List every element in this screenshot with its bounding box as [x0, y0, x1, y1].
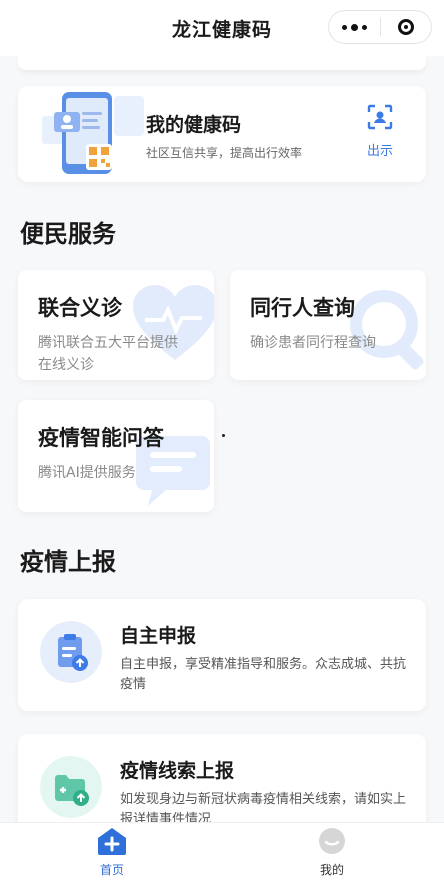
show-code-button[interactable]: 出示 [360, 104, 400, 159]
miniprogram-capsule [328, 10, 432, 44]
health-code-card[interactable]: 我的健康码 社区互信共享，提高出行效率 出示 [18, 86, 426, 182]
tab-home[interactable]: 首页 [72, 827, 152, 878]
report-desc: 自主申报，享受精准指导和服务。众志成城、共抗疫情 [120, 657, 407, 692]
tab-bar: 首页 我的 [0, 822, 444, 881]
close-miniprogram-button[interactable] [381, 11, 432, 43]
close-circle-icon [397, 19, 414, 35]
service-card-ai-qa[interactable]: 疫情智能问答 腾讯AI提供服务 [18, 400, 214, 512]
health-code-title: 我的健康码 [146, 114, 242, 136]
report-title: 自主申报 [120, 625, 197, 647]
service-title: 疫情智能问答 [38, 426, 164, 450]
service-title: 联合义诊 [38, 296, 122, 320]
clue-report-card[interactable]: 疫情线索上报 如发现身边与新冠状病毒疫情相关线索，请如实上报详情事件情况 [18, 734, 426, 822]
tab-home-label: 首页 [99, 863, 124, 877]
content: 我的健康码 社区互信共享，提高出行效率 出示 便民服务 联合义诊 腾讯联合五大平… [0, 56, 444, 822]
phone-qr-illustration [42, 92, 144, 174]
services-section-title: 便民服务 [20, 220, 116, 248]
report-section-title: 疫情上报 [20, 548, 116, 576]
nav-bar: 龙江健康码 [0, 0, 444, 56]
service-title: 同行人查询 [250, 296, 355, 320]
tab-mine[interactable]: 我的 [292, 827, 372, 878]
scan-face-icon [367, 104, 393, 130]
service-desc: 腾讯AI提供服务 [38, 465, 136, 481]
show-code-label: 出示 [366, 144, 393, 159]
folder-upload-icon [40, 756, 102, 818]
report-desc: 如发现身边与新冠状病毒疫情相关线索，请如实上报详情事件情况 [120, 792, 407, 822]
stray-dot [222, 434, 225, 437]
home-plus-icon [98, 828, 126, 855]
service-card-companion-query[interactable]: 同行人查询 确诊患者同行程查询 [230, 270, 426, 380]
health-code-subtitle: 社区互信共享，提高出行效率 [146, 146, 303, 160]
previous-card-edge [18, 56, 426, 70]
page-title: 龙江健康码 [171, 18, 272, 41]
user-face-icon [319, 828, 345, 854]
tab-mine-label: 我的 [319, 863, 344, 877]
service-desc: 腾讯联合五大平台提供 在线义诊 [38, 335, 178, 373]
more-button[interactable] [329, 11, 380, 43]
service-card-joint-clinic[interactable]: 联合义诊 腾讯联合五大平台提供 在线义诊 [18, 270, 214, 380]
report-title: 疫情线索上报 [120, 760, 235, 782]
clipboard-upload-icon [40, 621, 102, 683]
service-desc: 确诊患者同行程查询 [250, 335, 376, 351]
self-report-card[interactable]: 自主申报 自主申报，享受精准指导和服务。众志成城、共抗疫情 [18, 599, 426, 711]
more-icon [341, 23, 367, 31]
